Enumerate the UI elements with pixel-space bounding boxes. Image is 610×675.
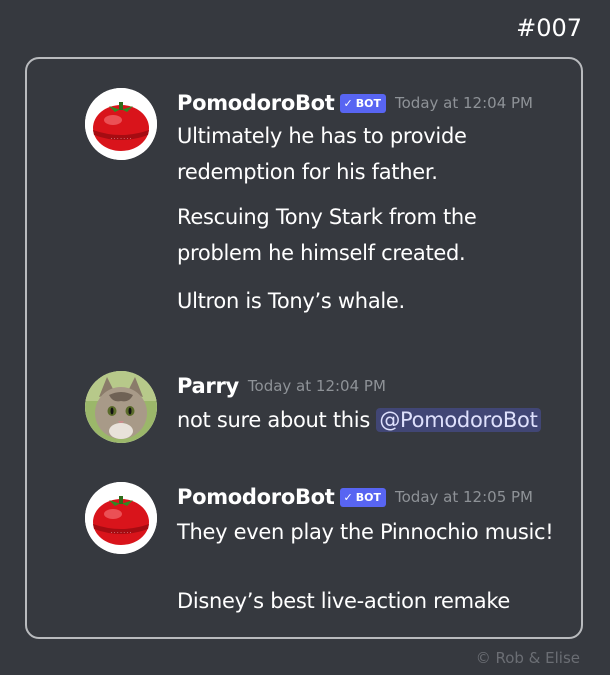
author-name[interactable]: Parry [177,374,239,398]
author-name[interactable]: PomodoroBot [177,485,335,509]
message-line: They even play the Pinnochio music! [177,520,554,544]
chat-frame: · · · · · · · PomodoroBot ✓ BOT Today at… [25,57,583,639]
avatar-parry[interactable] [85,371,157,443]
message-line: Ultron is Tony’s whale. [177,289,405,313]
timestamp: Today at 12:05 PM [395,488,533,506]
check-icon: ✓ [343,490,353,504]
message-line: Disney’s best live-action remake [177,589,511,613]
message-line: redemption for his father. [177,160,438,184]
author-name[interactable]: PomodoroBot [177,91,335,115]
message-line: Rescuing Tony Stark from the [177,205,477,229]
message-line: problem he himself created. [177,241,466,265]
tomato-timer-icon: · · · · · · · [85,482,157,554]
tomato-timer-icon: · · · · · · · [85,88,157,160]
bot-badge: ✓ BOT [339,487,387,507]
bot-badge-label: BOT [355,96,382,110]
timestamp: Today at 12:04 PM [247,377,386,395]
message-line: not sure about this @PomodoroBot [177,402,561,438]
check-icon: ✓ [343,96,353,110]
message-text: not sure about this [177,408,377,432]
cat-icon [85,371,157,443]
bot-badge-label: BOT [355,490,382,504]
bot-badge: ✓ BOT [339,93,387,113]
watermark: © Rob & Elise [475,649,580,667]
avatar-pomodorobot[interactable]: · · · · · · · [85,482,157,554]
svg-text:· · · · · · ·: · · · · · · · [111,136,132,142]
timestamp: Today at 12:04 PM [395,94,533,112]
avatar-pomodorobot[interactable]: · · · · · · · [85,88,157,160]
svg-text:· · · · · · ·: · · · · · · · [111,530,132,536]
mention-pomodorobot[interactable]: @PomodoroBot [376,408,541,432]
page-id: #007 [516,14,582,42]
message-line: Ultimately he has to provide [177,124,467,148]
